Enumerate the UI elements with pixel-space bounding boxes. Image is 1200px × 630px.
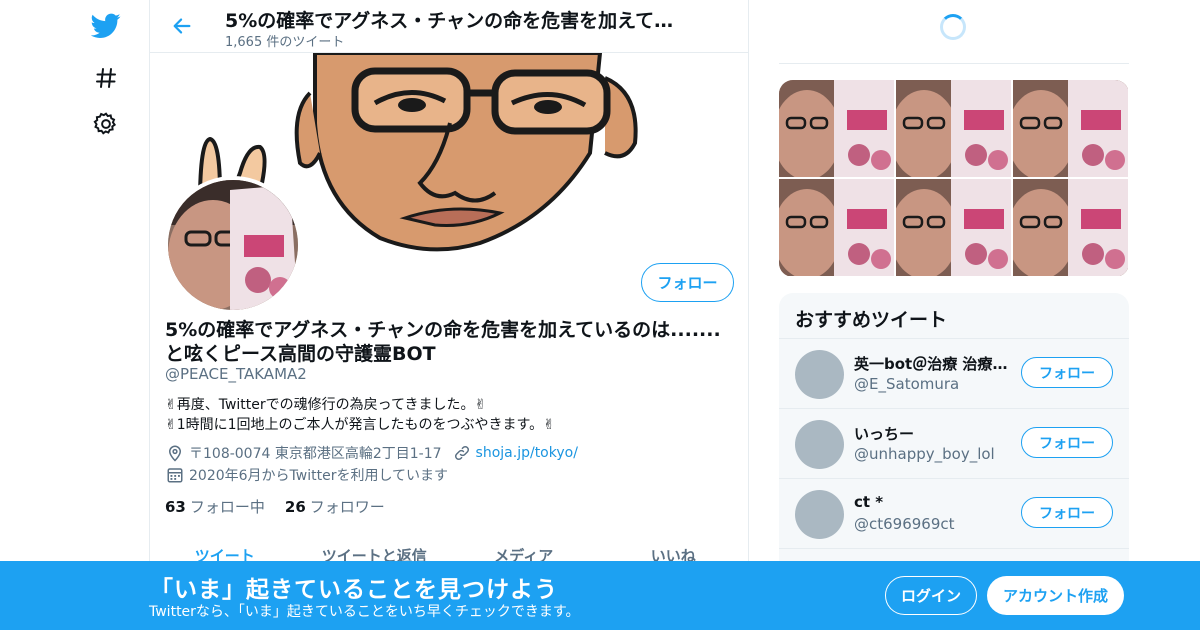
user-name[interactable]: いっちー [854,423,1009,444]
tweet-count: 1,665 件のツイート [225,35,345,50]
gear-icon[interactable] [90,108,122,140]
signup-headline: 「いま」起きていることを見つけよう [150,577,558,603]
media-thumbnail[interactable] [896,179,1011,276]
profile-location: 〒108-0074 東京都港区高輪2丁目1-17 [189,446,442,462]
profile-meta-joined: 2020年6月からTwitterを利用しています [165,465,448,485]
avatar[interactable] [164,176,302,314]
bio-line: ✌再度、Twitterでの魂修行の為戻ってきました。✌ [165,397,487,413]
profile-meta-location-url: 〒108-0074 東京都港区高輪2丁目1-17 shoja.jp/tokyo/ [165,443,578,463]
page-title: 5%の確率でアグネス・チャンの命を危害を加えて… [225,10,674,32]
avatar[interactable] [795,420,844,469]
follow-button[interactable]: フォロー [641,263,734,302]
hashtag-icon[interactable] [90,62,122,94]
location-pin-icon [165,443,185,463]
calendar-icon [165,465,185,485]
profile-handle: @PEACE_TAKAMA2 [165,365,307,383]
recommended-title: おすすめツイート [795,309,948,331]
user-name[interactable]: ct * [854,493,1009,511]
media-thumbnail[interactable] [779,179,894,276]
loading-spinner-icon [940,14,966,40]
user-name[interactable]: 英一bot＠治療 治療 … [854,353,1009,374]
user-handle: @E_Satomura [854,375,960,393]
followers-link[interactable]: 26 フォロワー [285,496,385,517]
divider [779,63,1129,64]
signup-banner: 「いま」起きていることを見つけよう Twitterなら、「いま」起きていることを… [0,561,1200,630]
follow-stats: 63 フォロー中 26 フォロワー [165,496,385,517]
left-nav [78,0,134,630]
signup-button[interactable]: アカウント作成 [987,576,1124,615]
link-icon [452,443,472,463]
bio-line: ✌1時間に1回地上のご本人が発言したものをつぶやきます。✌ [165,417,555,433]
recommended-panel: おすすめツイート 英一bot＠治療 治療 … @E_Satomura フォロー … [779,293,1129,573]
display-name: 5%の確率でアグネス・チャンの命を危害を加えているのは.......と呟くピース… [165,319,721,365]
profile-bio: ✌再度、Twitterでの魂修行の為戻ってきました。✌ ✌1時間に1回地上のご本… [165,395,735,435]
list-item[interactable]: 英一bot＠治療 治療 … @E_Satomura フォロー [779,338,1129,408]
back-arrow-icon[interactable] [166,10,198,42]
followers-label: フォロワー [309,498,385,516]
profile-column: 5%の確率でアグネス・チャンの命を危害を加えて… 1,665 件のツイート フォ… [149,0,749,630]
list-item[interactable]: いっちー @unhappy_boy_lol フォロー [779,408,1129,478]
login-button[interactable]: ログイン [885,576,977,615]
profile-url-link[interactable]: shoja.jp/tokyo/ [476,445,578,461]
follow-button[interactable]: フォロー [1021,497,1113,528]
following-count: 63 [165,498,186,516]
follow-button[interactable]: フォロー [1021,427,1113,458]
list-item[interactable]: ct * @ct696969ct フォロー [779,478,1129,548]
following-link[interactable]: 63 フォロー中 [165,496,265,517]
media-thumbnail[interactable] [1013,80,1128,177]
avatar[interactable] [795,350,844,399]
media-thumbnail[interactable] [779,80,894,177]
media-thumbnail[interactable] [1013,179,1128,276]
media-thumbnail[interactable] [896,80,1011,177]
media-gallery [779,80,1129,277]
follow-button[interactable]: フォロー [1021,357,1113,388]
profile-joined-date: 2020年6月からTwitterを利用しています [189,468,449,484]
twitter-bird-icon[interactable] [90,10,122,42]
followers-count: 26 [284,498,306,516]
avatar-photo [168,180,298,310]
signup-subtext: Twitterなら、「いま」起きていることをいち早くチェックできます。 [149,604,580,620]
avatar[interactable] [795,490,844,539]
profile-header-bar: 5%の確率でアグネス・チャンの命を危害を加えて… 1,665 件のツイート [150,0,748,53]
user-handle: @unhappy_boy_lol [854,445,995,463]
user-handle: @ct696969ct [854,515,955,533]
following-label: フォロー中 [189,498,265,516]
